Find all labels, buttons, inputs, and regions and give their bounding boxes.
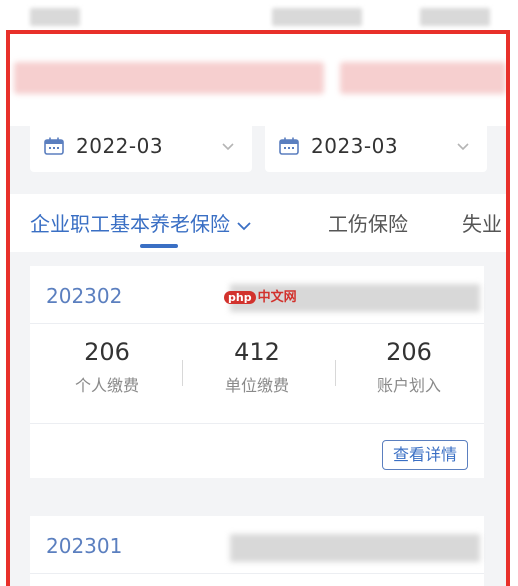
blurred-status-mid	[272, 8, 362, 26]
start-date-picker[interactable]: 2022-03	[30, 120, 252, 172]
record-footer: 查看详情	[30, 424, 484, 478]
payment-record-card: 202302 php 中文网 206 个人缴费 412 单位缴费 206 账户划入…	[30, 266, 484, 478]
blurred-header	[10, 34, 506, 126]
status-bar-blurred	[0, 0, 518, 30]
site-watermark: php 中文网	[224, 286, 297, 305]
chevron-down-icon	[237, 221, 251, 230]
end-date-picker[interactable]: 2023-03	[265, 120, 487, 172]
watermark-logo: php	[224, 291, 256, 304]
tab-pension-insurance[interactable]: 企业职工基本养老保险	[30, 208, 252, 237]
tab-label: 企业职工基本养老保险	[30, 212, 230, 236]
tab-label: 失业	[462, 212, 502, 236]
tab-work-injury-insurance[interactable]: 工伤保险	[328, 208, 408, 237]
end-date-value: 2023-03	[311, 134, 399, 158]
employer-payment-value: 412	[234, 338, 280, 366]
view-details-button[interactable]: 查看详情	[381, 440, 468, 470]
insurance-tab-bar: 企业职工基本养老保险 工伤保险 失业	[10, 194, 506, 252]
blurred-title-right	[340, 62, 506, 94]
active-tab-indicator	[140, 244, 178, 248]
account-credit-value: 206	[386, 338, 432, 366]
record-period: 202302	[46, 284, 123, 308]
highlight-frame: 2022-03 2023-03 企业职工基本养老保险 工伤保险 失业 20230…	[6, 30, 510, 586]
calendar-icon	[279, 137, 299, 155]
employer-payment-stat: 412 单位缴费	[182, 338, 332, 396]
tab-label: 工伤保险	[328, 212, 408, 236]
chevron-down-icon	[222, 143, 234, 151]
calendar-icon	[44, 137, 64, 155]
start-date-value: 2022-03	[76, 134, 164, 158]
record-period: 202301	[46, 534, 123, 558]
account-credit-label: 账户划入	[376, 376, 441, 395]
watermark-text: 中文网	[257, 290, 297, 305]
account-credit-stat: 206 账户划入	[334, 338, 484, 396]
personal-payment-value: 206	[84, 338, 130, 366]
blurred-status-right	[420, 8, 490, 26]
chevron-down-icon	[457, 143, 469, 151]
record-header: 202301	[30, 516, 484, 574]
blurred-title-left	[14, 62, 324, 94]
personal-payment-label: 个人缴费	[74, 376, 139, 395]
employer-payment-label: 单位缴费	[224, 376, 289, 395]
record-stats: 206 个人缴费 412 单位缴费 206 账户划入	[30, 324, 484, 424]
tab-unemployment-insurance[interactable]: 失业	[462, 208, 502, 237]
personal-payment-stat: 206 个人缴费	[32, 338, 182, 396]
record-header: 202302 php 中文网	[30, 266, 484, 324]
blurred-status-left	[30, 8, 80, 26]
payment-record-card: 202301	[30, 516, 484, 586]
blurred-record-info	[230, 534, 480, 562]
